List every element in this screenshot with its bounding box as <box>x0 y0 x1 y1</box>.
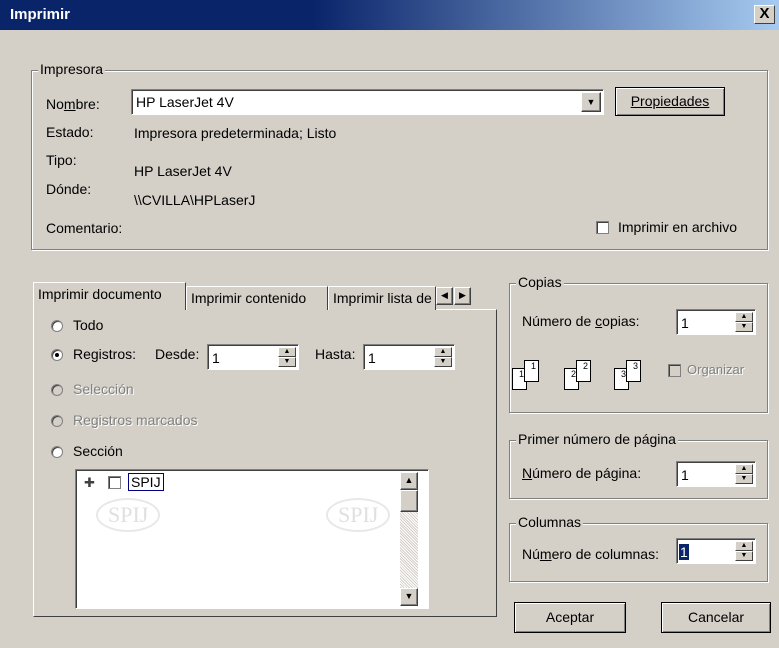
columns-value: 1 <box>679 541 689 563</box>
printer-name-value: HP LaserJet 4V <box>136 94 234 110</box>
printer-name-select[interactable]: HP LaserJet 4V ▼ <box>131 89 604 115</box>
printer-legend: Impresora <box>38 61 106 77</box>
radio-marked[interactable] <box>51 415 63 427</box>
first-page-field[interactable]: 1 ▲ ▼ <box>676 461 756 487</box>
collate-illustration: 1 1 2 2 3 3 <box>512 356 662 396</box>
from-field[interactable]: 1 ▲ ▼ <box>207 344 299 370</box>
radio-all-text: Todo <box>73 317 104 333</box>
radio-section[interactable] <box>51 446 63 458</box>
radio-marked-label[interactable]: Registros marcados <box>73 412 198 428</box>
first-page-label: Número de página: <box>522 465 642 481</box>
properties-button-label: Propiedades <box>630 93 710 109</box>
where-label: Dónde: <box>46 181 92 197</box>
spin-up-icon[interactable]: ▲ <box>735 464 753 474</box>
tab-scroll-left-icon[interactable]: ◀ <box>436 287 453 305</box>
printer-name-label: Nombre: <box>46 96 100 112</box>
spin-down-icon[interactable]: ▼ <box>735 322 753 332</box>
status-label: Estado: <box>46 124 94 140</box>
spin-down-icon[interactable]: ▼ <box>735 551 753 561</box>
columns-value-text: 1 <box>679 544 689 560</box>
spin-up-icon[interactable]: ▲ <box>434 347 452 357</box>
radio-selection-label[interactable]: Selección <box>73 381 134 397</box>
tab-print-list-label: Imprimir lista de <box>333 290 432 306</box>
spin-down-icon[interactable]: ▼ <box>278 357 296 367</box>
spin-up-icon[interactable]: ▲ <box>735 312 753 322</box>
properties-button[interactable]: Propiedades <box>615 87 725 116</box>
tab-scroll-right-icon[interactable]: ▶ <box>454 287 471 305</box>
scroll-down-icon[interactable]: ▼ <box>400 588 418 606</box>
spin-down-icon[interactable]: ▼ <box>434 357 452 367</box>
radio-all-label[interactable]: Todo <box>73 317 103 333</box>
tree-item-label[interactable]: SPIJ <box>128 473 164 491</box>
columns-legend: Columnas <box>516 514 584 530</box>
columns-spinner[interactable]: ▲ ▼ <box>735 541 753 561</box>
radio-records-label[interactable]: Registros: <box>73 346 136 362</box>
watermark-logo: SPIJ <box>326 498 391 532</box>
tab-print-document-label: Imprimir documento <box>38 286 162 302</box>
tree-scrollbar[interactable]: ▲ ▼ <box>400 472 418 606</box>
page-icon: 2 <box>576 360 591 382</box>
columns-field[interactable]: 1 ▲ ▼ <box>676 538 756 564</box>
cancel-button[interactable]: Cancelar <box>661 602 771 633</box>
tree-item-checkbox[interactable] <box>108 476 121 489</box>
title-bar <box>0 0 779 30</box>
print-to-file-checkbox[interactable] <box>596 221 609 234</box>
collate-label[interactable]: Organizar <box>687 362 744 377</box>
radio-records[interactable] <box>51 349 63 361</box>
first-page-legend: Primer número de página <box>516 431 678 447</box>
window-title: Imprimir <box>10 6 71 23</box>
spin-up-icon[interactable]: ▲ <box>278 347 296 357</box>
copies-count-label: Número de copias: <box>522 313 640 329</box>
to-label: Hasta: <box>315 346 356 362</box>
copies-count-value: 1 <box>681 315 689 331</box>
print-to-file-label[interactable]: Imprimir en archivo <box>618 219 737 235</box>
to-field[interactable]: 1 ▲ ▼ <box>363 344 455 370</box>
page-icon: 1 <box>524 360 539 382</box>
page-icon: 3 <box>626 360 641 382</box>
tab-print-contents[interactable]: Imprimir contenido <box>186 286 328 310</box>
to-spinner[interactable]: ▲ ▼ <box>434 347 452 367</box>
from-value: 1 <box>212 350 220 366</box>
type-label: Tipo: <box>46 152 77 168</box>
ok-button[interactable]: Aceptar <box>514 602 626 633</box>
from-label: Desde: <box>155 346 200 362</box>
spin-up-icon[interactable]: ▲ <box>735 541 753 551</box>
spin-down-icon[interactable]: ▼ <box>735 474 753 484</box>
status-value: Impresora predeterminada; Listo <box>134 125 337 141</box>
scroll-up-icon[interactable]: ▲ <box>400 472 418 490</box>
chevron-down-icon[interactable]: ▼ <box>581 92 601 112</box>
type-value: HP LaserJet 4V <box>134 163 232 179</box>
tab-print-list[interactable]: Imprimir lista de <box>328 286 436 310</box>
to-value: 1 <box>368 350 376 366</box>
tab-print-document[interactable]: Imprimir documento <box>33 282 186 310</box>
section-tree[interactable]: ✚ SPIJ SPIJ SPIJ ▲ ▼ <box>75 469 429 609</box>
tab-print-contents-label: Imprimir contenido <box>191 290 307 306</box>
from-spinner[interactable]: ▲ ▼ <box>278 347 296 367</box>
where-value: \\CVILLA\HPLaserJ <box>134 192 256 208</box>
copies-count-field[interactable]: 1 ▲ ▼ <box>676 309 756 335</box>
copies-spinner[interactable]: ▲ ▼ <box>735 312 753 332</box>
collate-checkbox[interactable] <box>668 364 681 377</box>
first-page-spinner[interactable]: ▲ ▼ <box>735 464 753 484</box>
copies-legend: Copias <box>516 274 564 290</box>
scroll-thumb[interactable] <box>400 490 418 512</box>
radio-section-label[interactable]: Sección <box>73 443 123 459</box>
radio-all[interactable] <box>51 320 63 332</box>
columns-label: Número de columnas: <box>522 546 659 562</box>
radio-selection[interactable] <box>51 384 63 396</box>
expand-plus-icon[interactable]: ✚ <box>84 476 95 489</box>
comment-label: Comentario: <box>46 220 123 236</box>
first-page-value: 1 <box>681 467 689 483</box>
watermark-logo: SPIJ <box>96 498 161 532</box>
close-button[interactable]: X <box>754 5 775 24</box>
